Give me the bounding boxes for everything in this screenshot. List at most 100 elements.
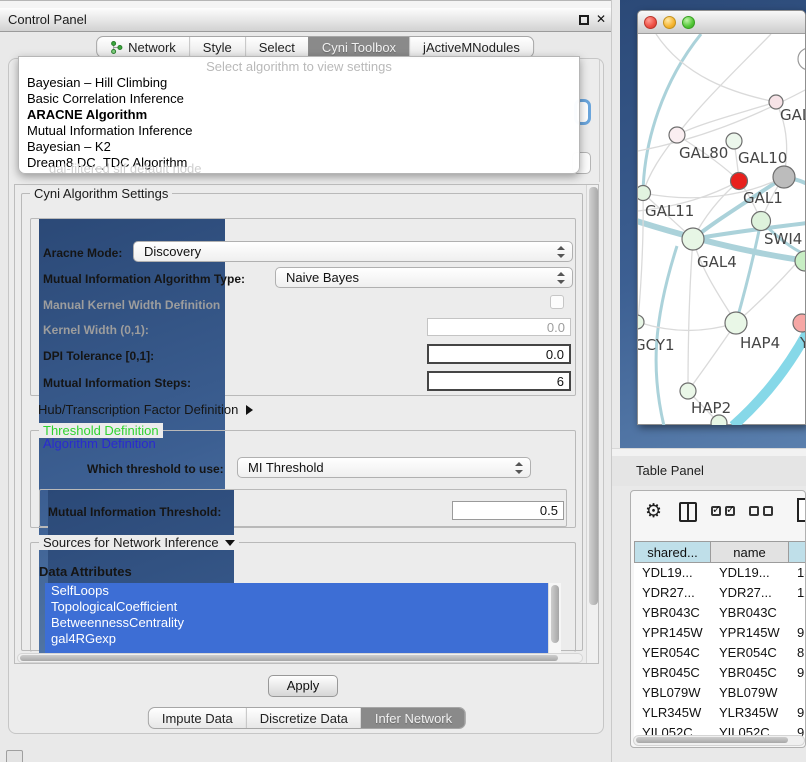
deselect-all-columns-icon[interactable] [749, 506, 777, 516]
apply-button[interactable]: Apply [268, 675, 338, 697]
table-cell: 12 [789, 583, 806, 603]
network-node-hap2[interactable] [680, 383, 696, 399]
table-horizontal-scrollbar[interactable] [633, 735, 805, 746]
network-node-hap4[interactable] [725, 312, 747, 334]
tab-select[interactable]: Select [245, 37, 308, 57]
gear-icon[interactable]: ⚙ [645, 500, 662, 523]
table-row[interactable]: YBR045CYBR045C9. [634, 663, 806, 683]
network-node-swi4[interactable] [752, 212, 771, 231]
group-mi-threshold-definition: MI Threshold Definition Mutual Informati… [39, 489, 567, 527]
close-button[interactable] [644, 16, 657, 29]
kernel-width-field[interactable] [427, 318, 571, 336]
tab-label: Discretize Data [260, 711, 348, 726]
stepper-arrows-icon [515, 461, 523, 475]
table-cell: YBR045C [634, 663, 711, 683]
algorithm-option[interactable]: Mutual Information Inference [19, 123, 579, 139]
attribute-item[interactable]: gal4RGexp [45, 631, 561, 647]
tab-cyni-toolbox[interactable]: Cyni Toolbox [308, 37, 409, 57]
table-cell: YBL079W [711, 683, 789, 703]
column-header[interactable]: shared... [634, 541, 711, 563]
network-window: GALGAL80GAL10GAL1GAL11SWI4GAL4GCY1HAP4YH… [637, 10, 806, 425]
network-node[interactable] [773, 166, 795, 188]
dpi-tolerance-field[interactable] [427, 344, 571, 364]
network-node-gal4[interactable] [682, 228, 704, 250]
aracne-mode-select[interactable]: Discovery [133, 241, 573, 262]
attribute-list-scrollbar[interactable] [548, 583, 561, 653]
tab-network[interactable]: Network [97, 37, 189, 57]
column-header[interactable] [789, 541, 806, 563]
table-row[interactable]: YLR345WYLR345W9. [634, 703, 806, 723]
manual-kernel-checkbox[interactable] [550, 295, 564, 309]
select-all-columns-icon[interactable] [711, 506, 739, 516]
network-node-gal80[interactable] [669, 127, 685, 143]
network-canvas[interactable]: GALGAL80GAL10GAL1GAL11SWI4GAL4GCY1HAP4YH… [638, 34, 805, 425]
network-desktop-background: GALGAL80GAL10GAL1GAL11SWI4GAL4GCY1HAP4YH… [620, 0, 806, 448]
close-icon[interactable]: ✕ [596, 12, 606, 26]
table-row[interactable]: YER054CYER054C8. [634, 643, 806, 663]
table-row[interactable]: YDR27...YDR27...12 [634, 583, 806, 603]
table-cell: YPR145W [634, 623, 711, 643]
algorithm-option[interactable]: Basic Correlation Inference [19, 91, 579, 107]
table-row[interactable]: YBL079WYBL079W [634, 683, 806, 703]
zoom-button[interactable] [682, 16, 695, 29]
algorithm-option[interactable]: ARACNE Algorithm [19, 107, 579, 123]
split-columns-icon[interactable] [679, 502, 697, 522]
network-window-titlebar[interactable] [638, 11, 805, 34]
network-node-label: GAL1 [743, 189, 783, 207]
network-node-gal10[interactable] [726, 133, 742, 149]
algorithm-option[interactable]: Bayesian – K2 [19, 139, 579, 155]
attribute-item[interactable]: TopologicalCoefficient [45, 599, 561, 615]
tab-style[interactable]: Style [189, 37, 245, 57]
table-row[interactable]: YDL19...YDL19...13 [634, 563, 806, 583]
group-cyni-algorithm-settings: Cyni Algorithm Settings Algorithm Defini… [21, 193, 583, 651]
table-cell: YPR145W [711, 623, 789, 643]
column-header[interactable]: name [711, 541, 789, 563]
mi-type-label: Mutual Information Algorithm Type: [43, 272, 245, 286]
settings-horizontal-scrollbar[interactable] [17, 653, 583, 663]
minimize-button[interactable] [663, 16, 676, 29]
collapsed-panel-button[interactable] [6, 750, 23, 762]
tab-impute-data[interactable]: Impute Data [149, 708, 246, 728]
algorithm-option[interactable]: Bayesian – Hill Climbing [19, 75, 579, 91]
network-node[interactable] [795, 251, 805, 271]
attribute-list[interactable]: SelfLoopsTopologicalCoefficientBetweenne… [45, 583, 561, 653]
settings-vertical-scrollbar[interactable] [586, 185, 599, 663]
network-node-y[interactable] [793, 314, 805, 332]
dpi-tolerance-label: DPI Tolerance [0,1]: [43, 349, 154, 363]
table-cell: YER054C [634, 643, 711, 663]
attribute-item[interactable]: SelfLoops [45, 583, 561, 599]
tab-discretize-data[interactable]: Discretize Data [246, 708, 361, 728]
new-table-icon[interactable] [797, 498, 806, 522]
hub-definition-label: Hub/Transcription Factor Definition [38, 402, 238, 417]
network-node-label: GAL80 [679, 144, 728, 162]
table-cell: YBL079W [634, 683, 711, 703]
table-cell: YBR043C [711, 603, 789, 623]
network-node-gal11[interactable] [638, 186, 651, 201]
network-node-gcy1[interactable] [638, 315, 644, 329]
float-icon[interactable] [579, 15, 589, 25]
table-cell: 9. [789, 623, 806, 643]
scrollbar-thumb[interactable] [636, 737, 788, 743]
mi-algorithm-type-select[interactable]: Naive Bayes [275, 267, 573, 288]
aracne-mode-label: Aracne Mode: [43, 246, 122, 260]
table-row[interactable]: YBR043CYBR043C [634, 603, 806, 623]
attribute-item[interactable]: BetweennessCentrality [45, 615, 561, 631]
which-threshold-select[interactable]: MI Threshold [237, 457, 531, 478]
algorithm-option-list: Bayesian – Hill ClimbingBasic Correlatio… [19, 75, 579, 171]
scrollbar-thumb[interactable] [551, 585, 559, 643]
mi-steps-field[interactable] [427, 371, 571, 391]
tab-label: Style [203, 40, 232, 55]
mi-threshold-label: Mutual Information Threshold: [48, 505, 221, 519]
tab-infer-network[interactable]: Infer Network [361, 708, 465, 728]
scrollbar-thumb[interactable] [20, 655, 558, 661]
network-node-gal1[interactable] [731, 173, 748, 190]
table-panel-titlebar: Table Panel [612, 456, 806, 486]
hub-definition-expander[interactable]: Hub/Transcription Factor Definition [38, 402, 253, 417]
scrollbar-thumb[interactable] [589, 187, 598, 605]
table-cell: YDR27... [711, 583, 789, 603]
network-node-label: GAL4 [697, 253, 737, 271]
tab-jactivemnodules[interactable]: jActiveMNodules [409, 37, 533, 57]
table-row[interactable]: YPR145WYPR145W9. [634, 623, 806, 643]
collapse-triangle-icon[interactable] [225, 540, 235, 546]
mi-threshold-field[interactable] [452, 501, 564, 520]
